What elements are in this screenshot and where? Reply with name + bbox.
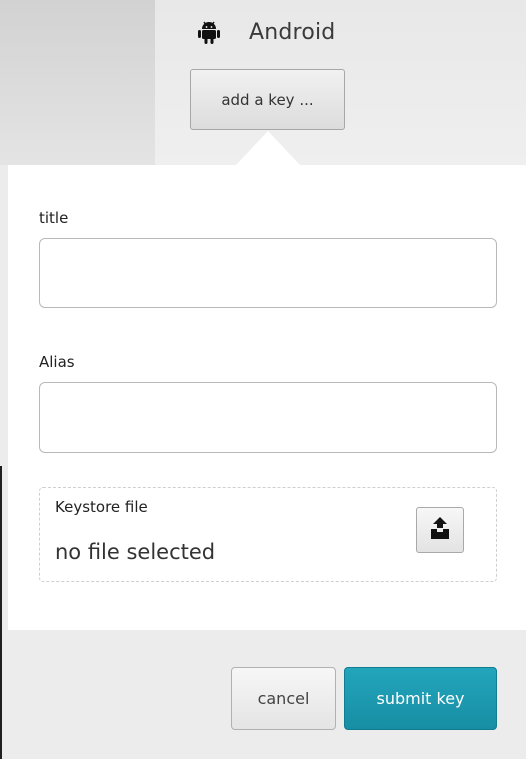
alias-label: Alias	[39, 353, 75, 371]
keystore-status: no file selected	[55, 540, 216, 564]
add-key-button[interactable]: add a key ...	[190, 69, 345, 130]
keystore-file-dropzone[interactable]: Keystore file no file selected	[39, 487, 497, 582]
android-icon	[198, 20, 220, 44]
title-input[interactable]	[39, 238, 497, 308]
keystore-label: Keystore file	[55, 498, 148, 516]
header-left-panel	[0, 0, 155, 165]
cancel-button[interactable]: cancel	[231, 667, 336, 730]
title-label: title	[39, 209, 69, 227]
platform-label: Android	[249, 19, 336, 45]
alias-input[interactable]	[39, 382, 497, 453]
upload-button[interactable]	[416, 507, 464, 553]
popover-arrow	[236, 131, 300, 165]
platform-heading: Android	[198, 14, 335, 50]
window-edge	[0, 466, 2, 759]
submit-key-button[interactable]: submit key	[344, 667, 497, 730]
upload-icon	[429, 517, 451, 543]
